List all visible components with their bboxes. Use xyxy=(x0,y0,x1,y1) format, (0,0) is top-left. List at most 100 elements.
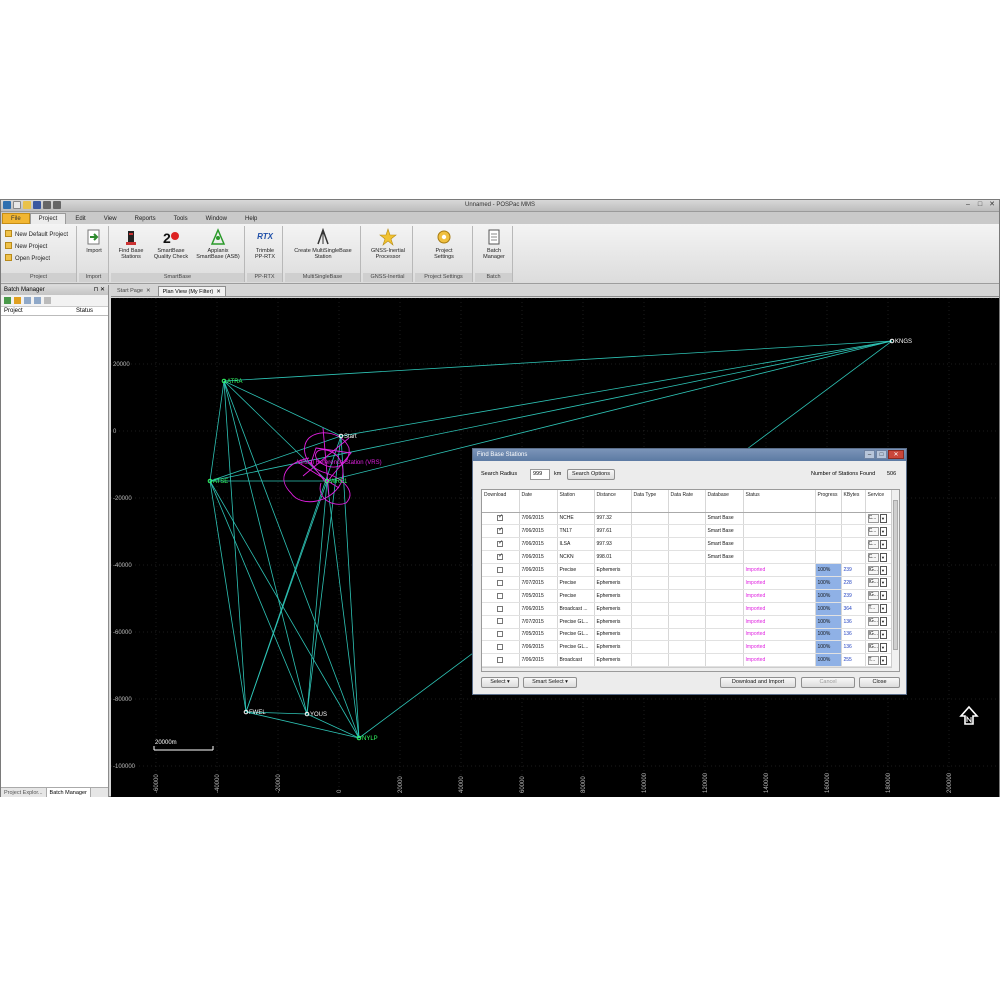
smart-select-button[interactable]: Smart Select ▾ xyxy=(523,677,577,688)
table-row[interactable]: 7/06/2015TN17997.61 Smart Base C...▼ xyxy=(482,524,894,539)
search-options-button[interactable]: Search Options xyxy=(567,469,615,480)
table-row[interactable]: 7/05/2015 Precise GL... Ephemeris Imported 1… xyxy=(482,628,894,642)
column-database[interactable]: Database xyxy=(705,490,744,513)
download-checkbox[interactable] xyxy=(497,618,504,625)
tab-view[interactable]: View xyxy=(95,213,126,224)
table-row[interactable]: 7/06/2015 Precise GL... Ephemeris Imported 1… xyxy=(482,640,894,655)
download-checkbox[interactable] xyxy=(497,631,504,638)
chevron-down-icon[interactable]: ▼ xyxy=(879,642,887,652)
station-marker-start[interactable]: Start xyxy=(338,433,357,440)
applanix-smartbase-button[interactable]: Applanix SmartBase (ASB) xyxy=(193,228,243,260)
remove-icon[interactable] xyxy=(44,297,51,304)
station-marker-nylp[interactable]: NYLP xyxy=(356,735,378,742)
tab-tools[interactable]: Tools xyxy=(165,213,197,224)
column-data-type[interactable]: Data Type xyxy=(631,490,669,513)
smartbase-quality-check-button[interactable]: 2 SmartBase Quality Check xyxy=(151,228,191,260)
table-row[interactable]: 7/06/2015NCHE997.32 Smart Base C...▼ xyxy=(482,512,894,526)
download-and-import-button[interactable]: Download and Import xyxy=(720,677,796,688)
download-checkbox[interactable] xyxy=(497,539,503,548)
column-project[interactable]: Project xyxy=(4,307,23,316)
download-checkbox[interactable] xyxy=(497,605,504,612)
add-icon[interactable] xyxy=(4,297,11,304)
download-checkbox[interactable] xyxy=(497,579,504,586)
tab-project-explorer[interactable]: Project Explor... xyxy=(1,788,46,797)
stations-grid[interactable]: Download Date Station Distance Data Type… xyxy=(481,489,900,672)
download-checkbox[interactable] xyxy=(497,526,503,535)
chevron-down-icon[interactable]: ▼ xyxy=(879,513,887,523)
chevron-down-icon[interactable]: ▼ xyxy=(879,539,887,549)
chevron-down-icon[interactable]: ▼ xyxy=(879,526,887,536)
column-progress[interactable]: Progress xyxy=(815,490,842,513)
vertical-scrollbar[interactable] xyxy=(891,490,899,671)
download-checkbox[interactable] xyxy=(497,566,504,573)
scrollbar-thumb[interactable] xyxy=(893,500,898,650)
minimize-icon[interactable]: – xyxy=(963,200,973,210)
column-date[interactable]: Date xyxy=(519,490,558,513)
table-row[interactable]: 7/06/2015 Broadcast Ephemeris Imported 100% 2… xyxy=(482,653,894,668)
column-station[interactable]: Station xyxy=(557,490,595,513)
save-icon[interactable] xyxy=(34,297,41,304)
close-tab-icon[interactable]: ✕ xyxy=(216,289,221,295)
column-distance[interactable]: Distance xyxy=(594,490,632,513)
tab-help[interactable]: Help xyxy=(236,213,266,224)
edit-icon[interactable] xyxy=(24,297,31,304)
tab-project[interactable]: Project xyxy=(29,213,67,224)
new-project-button[interactable]: New Project xyxy=(5,242,47,252)
trimble-pp-rtx-button[interactable]: RTX Trimble PP-RTX xyxy=(250,228,280,260)
maximize-icon[interactable]: □ xyxy=(975,200,985,210)
find-base-stations-button[interactable]: Find Base Stations xyxy=(113,228,149,260)
select-button[interactable]: Select ▾ xyxy=(481,677,519,688)
table-row[interactable]: 7/06/2015ILSA997.93 Smart Base C...▼ xyxy=(482,537,894,552)
table-row[interactable]: 7/06/2015 Precise Ephemeris Imported 100% 239… xyxy=(482,563,894,577)
download-checkbox[interactable] xyxy=(497,657,504,664)
chevron-down-icon[interactable]: ▼ xyxy=(879,578,887,588)
pin-icon[interactable]: ⊓ xyxy=(94,287,99,293)
dialog-close-icon[interactable]: ✕ xyxy=(888,450,904,459)
table-row[interactable]: 7/07/2015 Precise GL... Ephemeris Imported 1… xyxy=(482,615,894,629)
tab-batch-manager[interactable]: Batch Manager xyxy=(45,788,91,797)
table-row[interactable]: 7/05/2015 Precise Ephemeris Imported 100% 239… xyxy=(482,589,894,603)
column-status[interactable]: Status xyxy=(76,307,93,316)
table-row[interactable]: 7/06/2015 Broadcast ... Ephemeris Imported 1… xyxy=(482,602,894,616)
horizontal-scrollbar[interactable] xyxy=(482,667,892,671)
project-settings-button[interactable]: Project Settings xyxy=(421,228,467,260)
batch-manager-button[interactable]: Batch Manager xyxy=(479,228,509,260)
tab-plan-view[interactable]: Plan View (My Filter) ✕ xyxy=(157,286,226,296)
column-data-rate[interactable]: Data Rate xyxy=(668,490,706,513)
tab-file[interactable]: File xyxy=(2,213,30,224)
tab-start-page[interactable]: Start Page ✕ xyxy=(113,286,155,296)
station-marker-kngs[interactable]: KNGS xyxy=(889,338,912,345)
tab-edit[interactable]: Edit xyxy=(66,213,94,224)
chevron-down-icon[interactable]: ▼ xyxy=(879,565,887,575)
column-download[interactable]: Download xyxy=(482,490,520,513)
station-marker-wre1[interactable]: WRE1 xyxy=(324,478,348,485)
chevron-down-icon[interactable]: ▼ xyxy=(879,629,887,639)
download-checkbox[interactable] xyxy=(497,513,503,522)
search-radius-input[interactable]: 999 xyxy=(530,469,550,480)
table-row[interactable]: 7/07/2015 Precise Ephemeris Imported 100% 228… xyxy=(482,576,894,590)
download-checkbox[interactable] xyxy=(497,592,504,599)
chevron-down-icon[interactable]: ▼ xyxy=(879,655,887,665)
close-tab-icon[interactable]: ✕ xyxy=(146,288,151,294)
tab-reports[interactable]: Reports xyxy=(126,213,165,224)
chevron-down-icon[interactable]: ▼ xyxy=(879,604,887,614)
run-icon[interactable] xyxy=(14,297,21,304)
chevron-down-icon[interactable]: ▼ xyxy=(879,591,887,601)
download-checkbox[interactable] xyxy=(497,552,503,560)
tab-window[interactable]: Window xyxy=(197,213,236,224)
column-status[interactable]: Status xyxy=(743,490,816,513)
station-marker-fwel[interactable]: FWEL xyxy=(243,709,266,716)
create-multisinglebase-button[interactable]: Create MultiSingleBase Station xyxy=(287,228,359,260)
new-default-project-button[interactable]: New Default Project xyxy=(5,230,68,240)
download-checkbox[interactable] xyxy=(497,644,504,651)
import-button[interactable]: Import xyxy=(82,228,106,254)
dialog-minimize-icon[interactable]: – xyxy=(864,450,875,459)
open-project-button[interactable]: Open Project xyxy=(5,254,50,264)
chevron-down-icon[interactable]: ▼ xyxy=(879,617,887,627)
cancel-button[interactable]: Cancel xyxy=(801,677,855,688)
column-kbytes[interactable]: KBytes xyxy=(841,490,866,513)
chevron-down-icon[interactable]: ▼ xyxy=(879,552,887,562)
station-marker-yous[interactable]: YOUS xyxy=(304,711,327,718)
close-button[interactable]: Close xyxy=(859,677,900,688)
dialog-maximize-icon[interactable]: □ xyxy=(876,450,887,459)
